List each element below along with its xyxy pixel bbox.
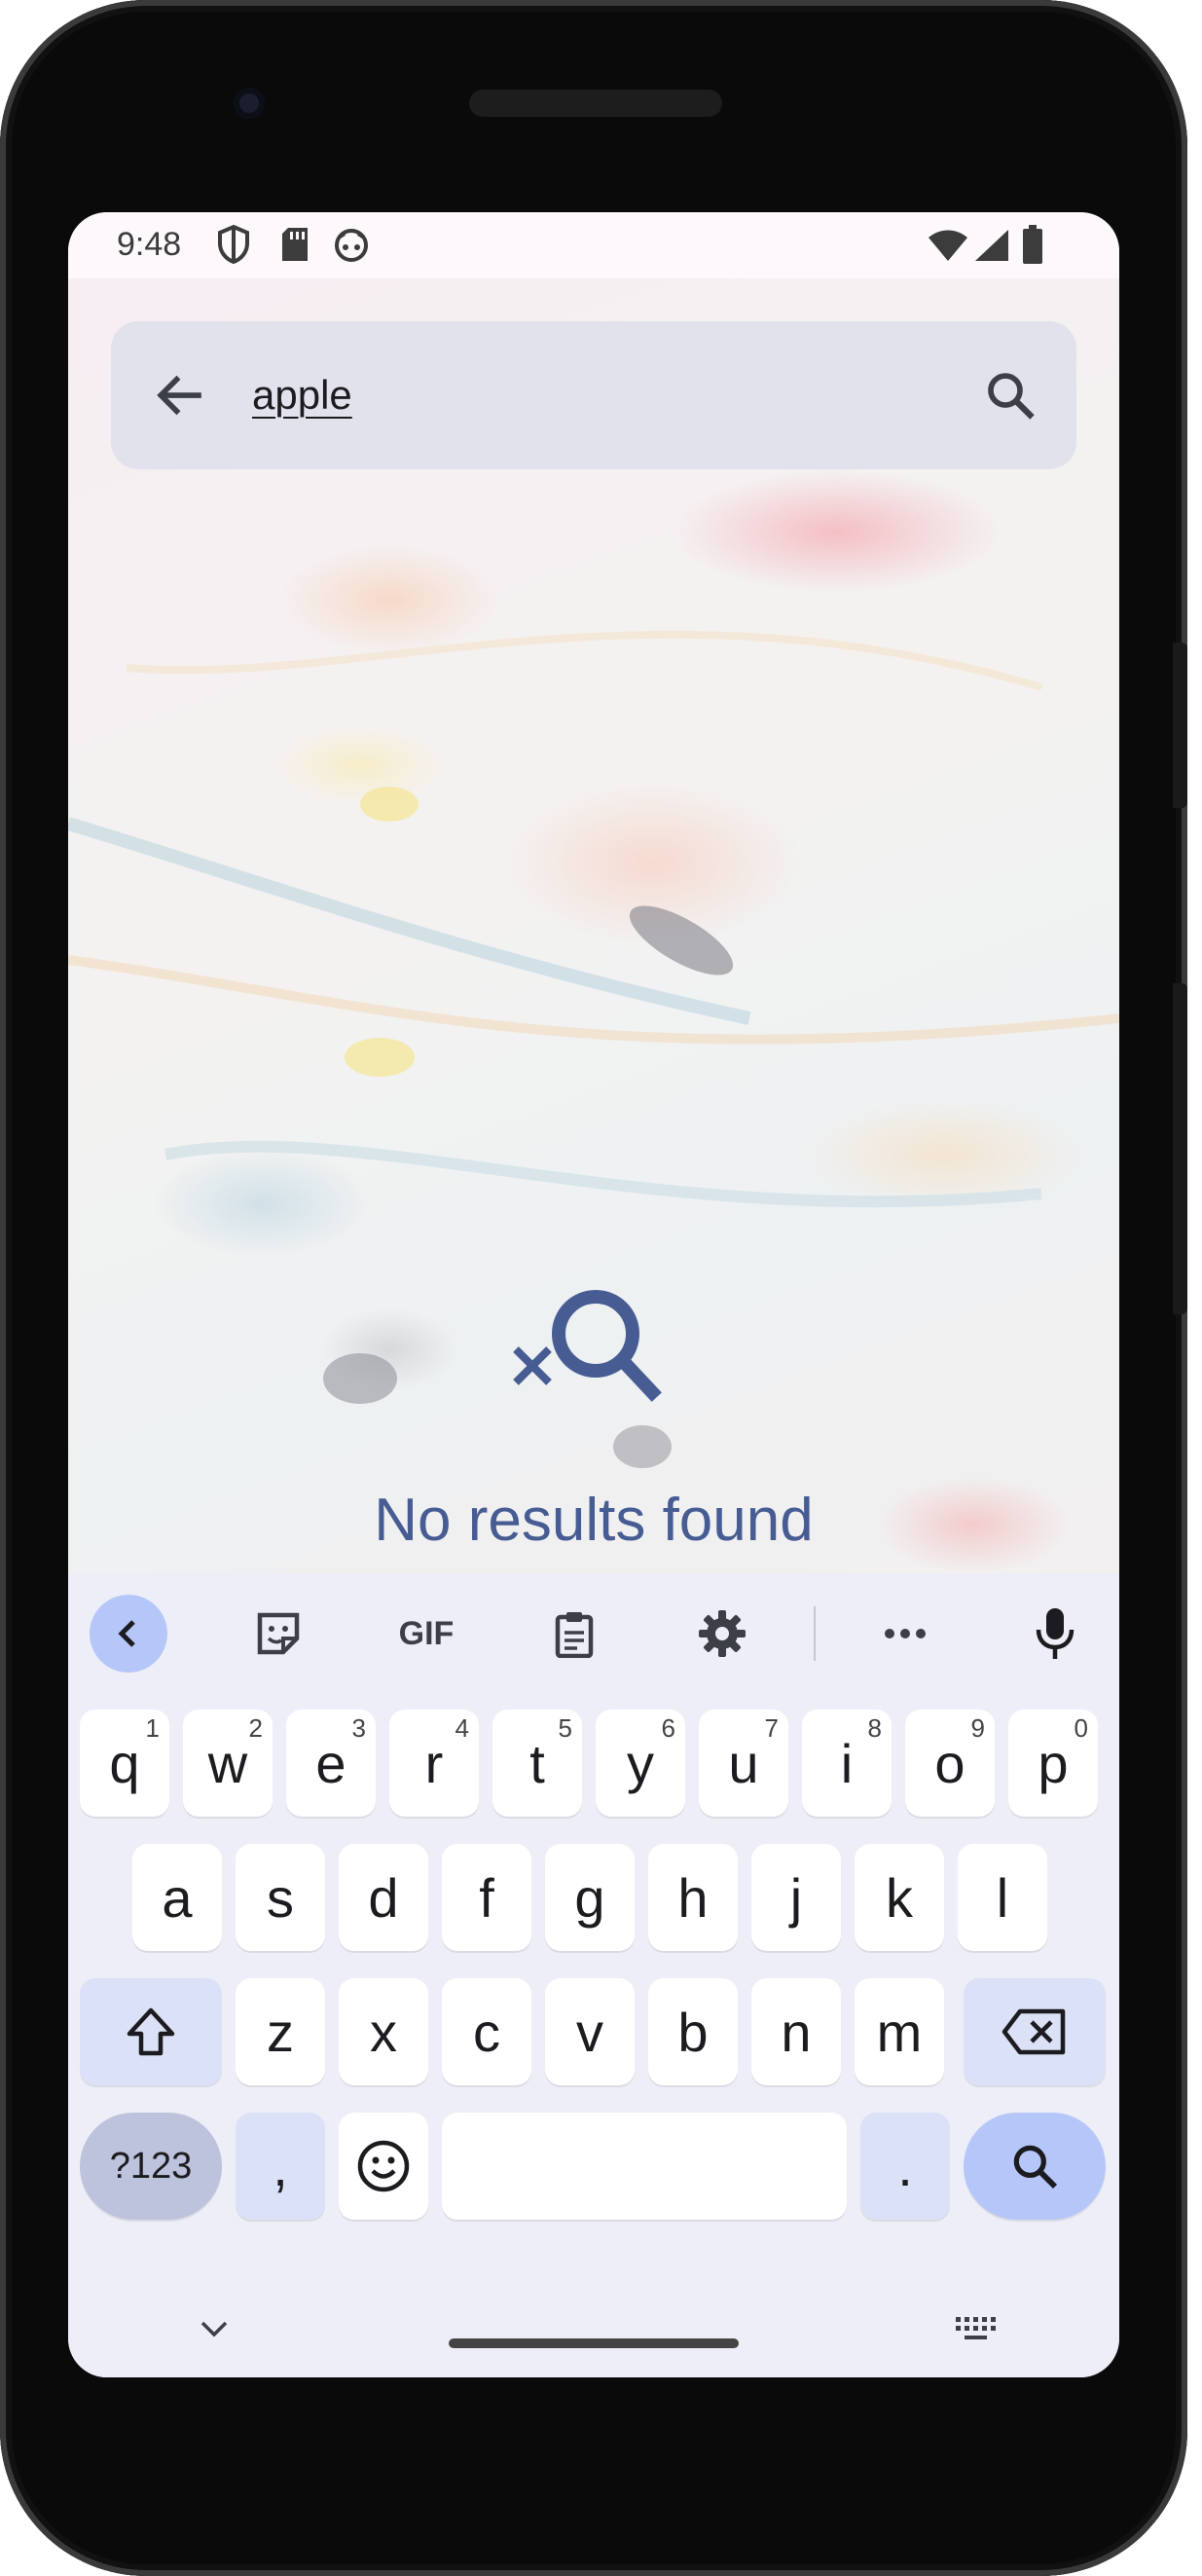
comma-key[interactable]: , (236, 2113, 325, 2220)
settings-icon[interactable] (683, 1595, 761, 1673)
key-r[interactable]: r4 (389, 1710, 479, 1817)
status-time: 9:48 (117, 226, 182, 263)
wallpaper-strokes (68, 630, 1119, 1468)
emoji-icon (357, 2140, 410, 2192)
wifi-icon (929, 230, 967, 261)
key-a[interactable]: a (132, 1844, 222, 1951)
key-j[interactable]: j (751, 1844, 841, 1951)
key-q[interactable]: q1 (80, 1710, 169, 1817)
mic-icon[interactable] (1016, 1595, 1094, 1673)
key-c[interactable]: c (442, 1978, 531, 2085)
key-g[interactable]: g (545, 1844, 635, 1951)
key-u[interactable]: u7 (699, 1710, 788, 1817)
search-action-key[interactable] (964, 2113, 1106, 2220)
phone-frame: 9:48 apple No results found GIF q 1 w 2 … (0, 0, 1187, 2576)
keyboard-nav-row (68, 2294, 1119, 2377)
shift-icon (127, 2007, 175, 2056)
symbols-key[interactable]: ?123 (80, 2113, 222, 2220)
clipboard-icon[interactable] (535, 1595, 613, 1673)
no-results-message: No results found (374, 1487, 814, 1554)
search-icon (1013, 2145, 1058, 2190)
keyboard-toolbar: GIF (68, 1573, 1119, 1694)
key-l[interactable]: l (958, 1844, 1047, 1951)
key-h[interactable]: h (648, 1844, 738, 1951)
key-t[interactable]: t5 (492, 1710, 582, 1817)
arrow-back-icon[interactable] (150, 366, 208, 424)
key-m[interactable]: m (855, 1978, 944, 2085)
key-e[interactable]: e3 (286, 1710, 376, 1817)
key-n[interactable]: n (751, 1978, 841, 2085)
key-p[interactable]: p0 (1008, 1710, 1098, 1817)
key-f[interactable]: f (442, 1844, 531, 1951)
cell-signal-icon (975, 230, 1008, 261)
key-v[interactable]: v (545, 1978, 635, 2085)
search-icon[interactable] (981, 366, 1039, 424)
wallpaper (68, 278, 1119, 1641)
android-face-icon (335, 229, 368, 262)
space-key[interactable] (442, 2113, 847, 2220)
key-k[interactable]: k (855, 1844, 944, 1951)
chevron-left-icon[interactable] (90, 1595, 167, 1673)
toolbar-divider (814, 1606, 816, 1661)
power-button (1173, 643, 1187, 808)
sd-card-icon (282, 228, 308, 261)
backspace-key[interactable] (964, 1978, 1106, 2085)
battery-icon (1023, 225, 1042, 264)
key-w[interactable]: w2 (183, 1710, 273, 1817)
shift-key[interactable] (80, 1978, 222, 2085)
soft-keyboard: GIF q1 w2 e3 r4 t5 y6 u7 i 8 o 9 p 0 a s… (68, 1573, 1119, 2377)
key-y[interactable]: y6 (596, 1710, 685, 1817)
key-z[interactable]: z (236, 1978, 325, 2085)
key-d[interactable]: d (339, 1844, 428, 1951)
key-x[interactable]: x (339, 1978, 428, 2085)
volume-button (1173, 983, 1187, 1314)
more-horiz-icon[interactable] (866, 1595, 944, 1673)
gesture-nav-handle[interactable] (449, 2338, 739, 2348)
search-bar[interactable]: apple (111, 321, 1076, 469)
search-off-icon (513, 1290, 662, 1402)
front-camera (234, 88, 265, 119)
emoji-key[interactable] (339, 2113, 428, 2220)
key-b[interactable]: b (648, 1978, 738, 2085)
screen: 9:48 apple No results found GIF q 1 w 2 … (68, 212, 1119, 2377)
key-i[interactable]: i8 (802, 1710, 892, 1817)
key-o[interactable]: o9 (905, 1710, 995, 1817)
backspace-icon (1002, 2008, 1066, 2055)
keyboard-switch-icon[interactable] (954, 2315, 999, 2344)
key-s[interactable]: s (236, 1844, 325, 1951)
status-bar: 9:48 (68, 212, 1119, 278)
earpiece-speaker (469, 90, 722, 117)
shield-icon (218, 224, 249, 265)
gif-button[interactable]: GIF (387, 1595, 465, 1673)
chevron-down-icon[interactable] (197, 2317, 232, 2340)
sticker-icon[interactable] (239, 1595, 317, 1673)
search-input[interactable]: apple (252, 372, 352, 419)
period-key[interactable]: . (860, 2113, 950, 2220)
